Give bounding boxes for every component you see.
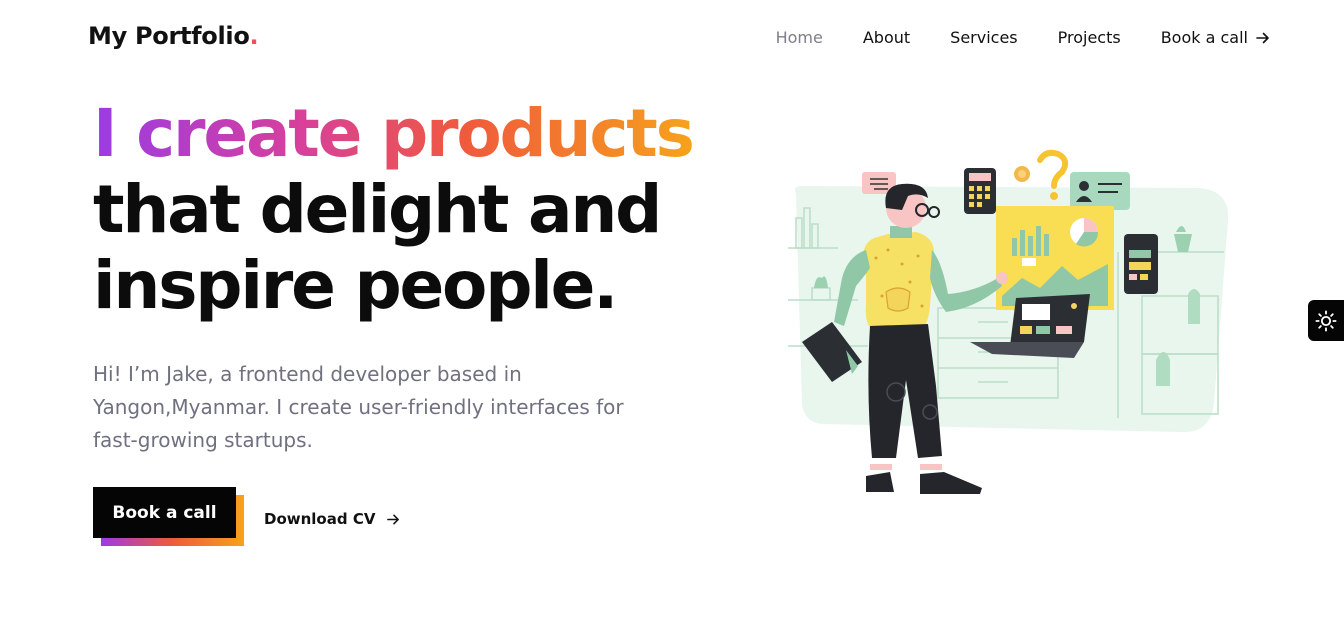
nav-about[interactable]: About (863, 28, 910, 47)
hero-intro: Hi! I’m Jake, a frontend developer based… (93, 362, 624, 452)
book-a-call-button-wrap: Book a call (93, 487, 244, 546)
arrow-right-icon (387, 514, 400, 524)
arrow-right-icon (1256, 32, 1269, 43)
download-cv-label: Download CV (264, 510, 376, 528)
hero-title-gradient: I create products (93, 95, 695, 172)
hero-title-line-3: inspire people. (93, 247, 618, 324)
main-nav: Home About Services Projects Book a call (776, 28, 1270, 47)
download-cv-button[interactable]: Download CV (264, 510, 400, 528)
hero-title-line-2: that delight and (93, 171, 662, 248)
nav-home[interactable]: Home (776, 28, 823, 47)
theme-toggle[interactable] (1308, 300, 1344, 341)
logo-dot: . (249, 22, 259, 50)
book-a-call-button[interactable]: Book a call (93, 487, 236, 538)
nav-book-a-call[interactable]: Book a call (1161, 28, 1270, 47)
sun-icon (1315, 309, 1337, 332)
nav-projects[interactable]: Projects (1058, 28, 1121, 47)
nav-services[interactable]: Services (950, 28, 1017, 47)
site-logo[interactable]: My Portfolio. (88, 22, 259, 50)
nav-book-a-call-label: Book a call (1160, 28, 1248, 47)
hero-illustration (788, 149, 1229, 494)
hero-title: I create products that delight and inspi… (93, 95, 695, 324)
logo-text: My Portfolio (88, 22, 250, 50)
